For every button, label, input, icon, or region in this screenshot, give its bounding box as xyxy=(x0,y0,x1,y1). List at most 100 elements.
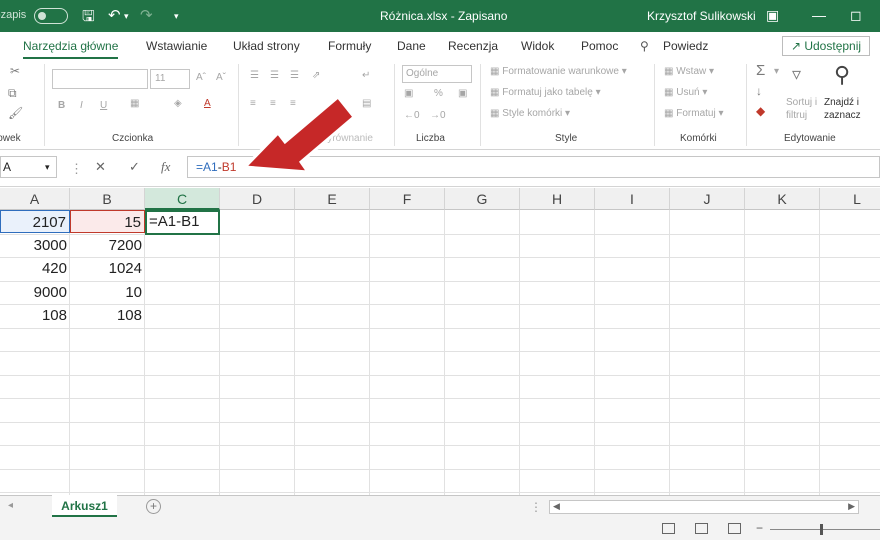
fill-icon[interactable]: ↓ xyxy=(756,84,762,98)
page-layout-view-icon[interactable] xyxy=(695,523,708,534)
zoom-out-icon[interactable]: − xyxy=(756,521,763,535)
wrap-text-icon[interactable]: ↵ xyxy=(362,70,370,81)
column-header-j[interactable]: J xyxy=(670,188,745,210)
page-break-view-icon[interactable] xyxy=(728,523,741,534)
find-select-icon[interactable]: ⚲ xyxy=(834,62,850,88)
cell-b5[interactable]: 108 xyxy=(70,304,145,327)
user-name[interactable]: Krzysztof Sulikowski xyxy=(647,9,756,23)
delete-cells-button[interactable]: ▦ Usuń ▾ xyxy=(664,87,707,98)
comma-style-icon[interactable]: ▣ xyxy=(458,88,467,99)
merge-center-icon[interactable]: ▤ xyxy=(362,98,371,109)
scroll-sheets-icon[interactable]: ◂ xyxy=(8,500,13,511)
orientation-icon[interactable]: ⇗ xyxy=(312,70,320,81)
search-icon[interactable]: ⚲ xyxy=(640,39,649,53)
italic-icon[interactable]: I xyxy=(80,100,83,111)
cell-b2[interactable]: 7200 xyxy=(70,234,145,257)
undo-dropdown-icon[interactable]: ▾ xyxy=(124,11,129,22)
number-format-select[interactable]: Ogólne xyxy=(402,65,472,83)
tab-page-layout[interactable]: Układ strony xyxy=(233,39,300,53)
scroll-left-icon[interactable]: ◀ xyxy=(553,501,560,512)
column-header-k[interactable]: K xyxy=(745,188,820,210)
currency-icon[interactable]: ▣ xyxy=(404,88,413,99)
cell-b1[interactable]: 15 xyxy=(70,210,145,233)
shrink-font-icon[interactable]: Aˇ xyxy=(216,72,226,83)
cell-c3[interactable] xyxy=(145,257,220,280)
align-middle-icon[interactable]: ☰ xyxy=(270,70,279,81)
font-size-select[interactable]: 11 xyxy=(150,69,190,89)
align-right-icon[interactable]: ≡ xyxy=(290,98,296,109)
cell-styles-button[interactable]: ▦ Style komórki ▾ xyxy=(490,108,570,119)
format-as-table-button[interactable]: ▦ Formatuj jako tabelę ▾ xyxy=(490,87,601,98)
column-header-l[interactable]: L xyxy=(820,188,880,210)
tab-formulas[interactable]: Formuły xyxy=(328,39,371,53)
save-icon[interactable]: 🖫 xyxy=(82,6,95,31)
align-left-icon[interactable]: ≡ xyxy=(250,98,256,109)
cut-icon[interactable]: ✂ xyxy=(10,64,20,78)
align-center-icon[interactable]: ≡ xyxy=(270,98,276,109)
ribbon-display-icon[interactable]: ▣ xyxy=(766,7,779,24)
autosum-dropdown-icon[interactable]: ▾ xyxy=(774,66,779,77)
cell-c2[interactable] xyxy=(145,234,220,257)
minimize-icon[interactable]: — xyxy=(812,7,826,23)
column-header-b[interactable]: B xyxy=(70,188,145,210)
font-color-icon[interactable]: A xyxy=(204,98,211,109)
increase-decimal-icon[interactable]: ←0 xyxy=(404,110,420,121)
zoom-slider-thumb[interactable] xyxy=(820,524,823,535)
clear-icon[interactable]: ◆ xyxy=(756,104,765,118)
format-cells-button[interactable]: ▦ Formatuj ▾ xyxy=(664,108,724,119)
tab-help[interactable]: Pomoc xyxy=(581,39,618,53)
align-top-icon[interactable]: ☰ xyxy=(250,70,259,81)
tab-view[interactable]: Widok xyxy=(521,39,554,53)
cell-c1[interactable]: =A1-B1 xyxy=(145,210,220,235)
copy-icon[interactable]: ⧉ xyxy=(8,86,17,101)
spreadsheet-grid[interactable]: A B C D E F G H I J K L 2107 15 =A1-B1 3000 7200 420 1024 9… xyxy=(0,188,880,495)
sort-filter-icon[interactable]: ▿ xyxy=(792,64,801,85)
scroll-right-icon[interactable]: ▶ xyxy=(848,501,855,512)
cell-c4[interactable] xyxy=(145,281,220,304)
tell-me-search[interactable]: Powiedz xyxy=(663,39,708,53)
column-header-d[interactable]: D xyxy=(220,188,295,210)
name-box[interactable]: A ▾ xyxy=(0,156,57,178)
column-header-h[interactable]: H xyxy=(520,188,595,210)
cell-b4[interactable]: 10 xyxy=(70,281,145,304)
normal-view-icon[interactable] xyxy=(662,523,675,534)
column-header-a[interactable]: A xyxy=(0,188,70,210)
tab-data[interactable]: Dane xyxy=(397,39,426,53)
sort-filter-button[interactable]: Sortuj i filtruj xyxy=(786,96,826,122)
format-painter-icon[interactable]: 🖌 xyxy=(8,106,23,120)
cell-a4[interactable]: 9000 xyxy=(0,281,70,304)
tab-insert[interactable]: Wstawianie xyxy=(146,39,207,53)
cell-a5[interactable]: 108 xyxy=(0,304,70,327)
maximize-icon[interactable]: ◻ xyxy=(850,7,862,24)
underline-icon[interactable]: U xyxy=(100,100,107,111)
tab-split-handle[interactable]: ⋮ xyxy=(530,500,542,514)
cell-a3[interactable]: 420 xyxy=(0,257,70,280)
column-header-e[interactable]: E xyxy=(295,188,370,210)
undo-icon[interactable]: ↶ xyxy=(108,6,121,24)
bold-icon[interactable]: B xyxy=(58,100,65,111)
redo-icon[interactable]: ↷ xyxy=(140,6,153,24)
cell-b3[interactable]: 1024 xyxy=(70,257,145,280)
share-button[interactable]: ↗ Udostępnij xyxy=(782,36,870,56)
insert-function-icon[interactable]: fx xyxy=(161,159,170,175)
grow-font-icon[interactable]: Aˆ xyxy=(196,72,206,83)
autosave-toggle[interactable] xyxy=(34,8,68,24)
borders-icon[interactable]: ▦ xyxy=(130,98,139,109)
cell-a2[interactable]: 3000 xyxy=(0,234,70,257)
column-header-c[interactable]: C xyxy=(145,188,220,210)
column-header-f[interactable]: F xyxy=(370,188,445,210)
column-header-g[interactable]: G xyxy=(445,188,520,210)
zoom-slider[interactable] xyxy=(770,529,880,530)
conditional-formatting-button[interactable]: ▦ Formatowanie warunkowe ▾ xyxy=(490,66,627,77)
percent-icon[interactable]: % xyxy=(434,88,443,99)
align-bottom-icon[interactable]: ☰ xyxy=(290,70,299,81)
find-select-button[interactable]: Znajdź i zaznacz xyxy=(824,96,874,122)
insert-cells-button[interactable]: ▦ Wstaw ▾ xyxy=(664,66,714,77)
more-icon[interactable]: ⋮ xyxy=(70,161,83,177)
enter-icon[interactable]: ✓ xyxy=(129,159,140,175)
fill-color-icon[interactable]: ◈ xyxy=(174,98,182,109)
cell-a1[interactable]: 2107 xyxy=(0,210,70,233)
sheet-tab[interactable]: Arkusz1 xyxy=(52,495,117,517)
formula-input[interactable]: =A1-B1 xyxy=(187,156,880,178)
tab-home[interactable]: Narzędzia główne xyxy=(23,39,119,59)
